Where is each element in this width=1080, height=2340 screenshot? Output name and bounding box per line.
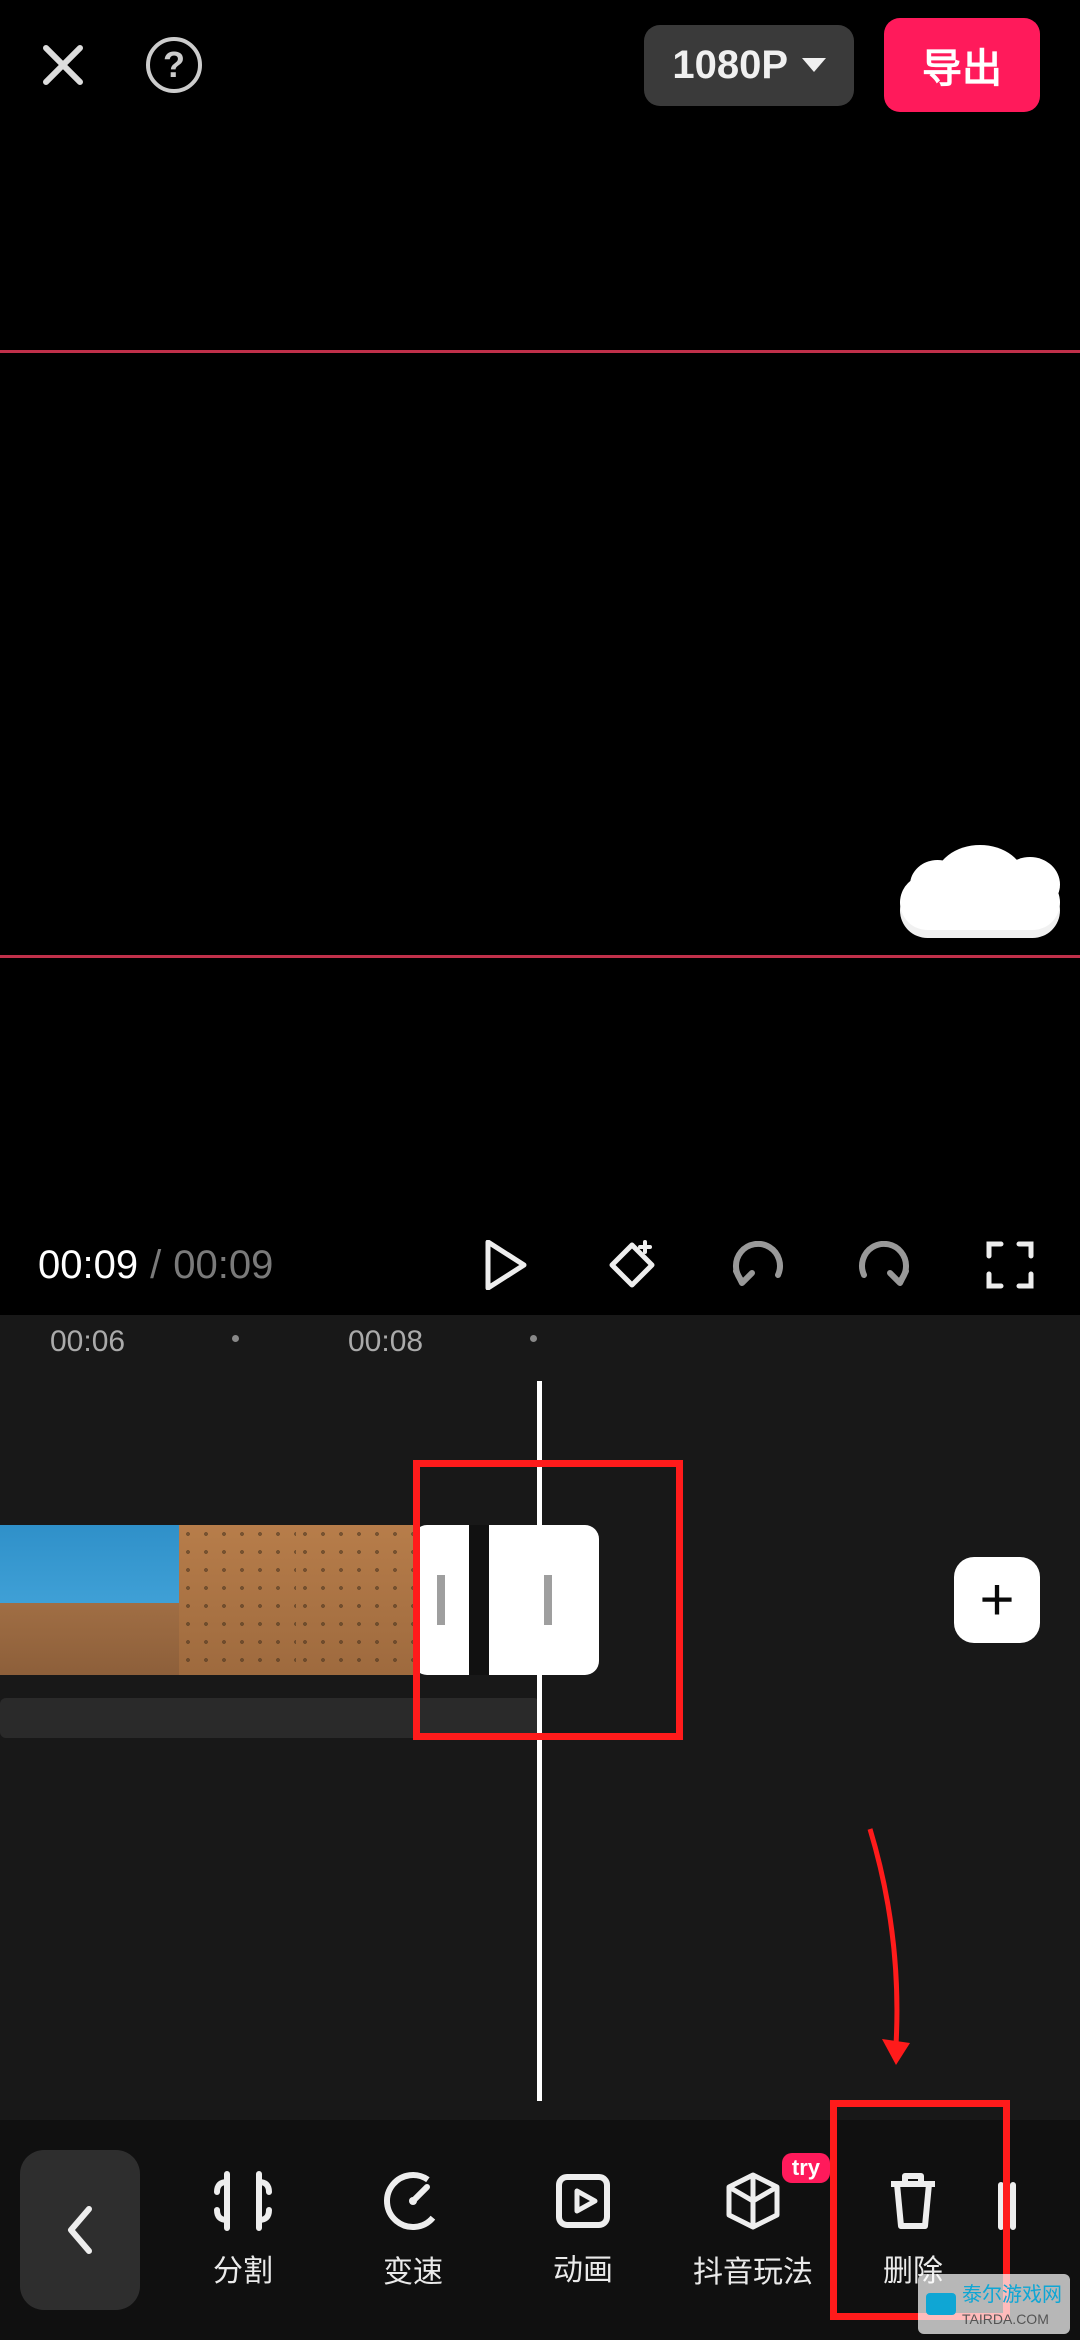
- cloud-sticker: [880, 835, 1080, 945]
- tool-label: 分割: [213, 2246, 273, 2290]
- speed-icon: [381, 2169, 445, 2233]
- clip-handle-right[interactable]: [489, 1525, 599, 1675]
- play-button[interactable]: [478, 1237, 534, 1293]
- clip-thumbnail: [0, 1525, 61, 1675]
- tool-animation[interactable]: 动画: [498, 2135, 668, 2325]
- clip-handle-left[interactable]: [413, 1525, 469, 1675]
- annotation-arrow: [860, 1825, 920, 2075]
- tool-label: 变速: [383, 2247, 443, 2291]
- watermark-text: 泰尔游戏网: [962, 2284, 1062, 2306]
- clip-gap: [469, 1525, 489, 1675]
- secondary-track[interactable]: [0, 1698, 540, 1738]
- tool-label: 动画: [553, 2245, 613, 2289]
- export-label: 导出: [922, 47, 1002, 91]
- split-icon: [213, 2170, 273, 2232]
- video-preview[interactable]: [0, 350, 1080, 958]
- clip-thumbnail: [296, 1525, 413, 1675]
- chevron-down-icon: [802, 58, 826, 72]
- animation-icon: [553, 2171, 613, 2231]
- playhead[interactable]: [537, 1381, 542, 2101]
- clip-thumbnail: [61, 1525, 178, 1675]
- watermark-logo-icon: [926, 2293, 956, 2315]
- redo-button[interactable]: [856, 1237, 912, 1293]
- timeline[interactable]: 00:06 00:08 +: [0, 1315, 1080, 2135]
- time-ruler: 00:06 00:08: [0, 1315, 1080, 1375]
- keyframe-button[interactable]: [604, 1237, 660, 1293]
- clip-selection-handles[interactable]: [413, 1525, 599, 1675]
- ruler-dot: [530, 1335, 537, 1342]
- watermark-url: TAIRDA.COM: [962, 2311, 1049, 2327]
- time-display: 00:09 / 00:09: [38, 1243, 273, 1288]
- time-separator: /: [150, 1243, 161, 1288]
- watermark: 泰尔游戏网 TAIRDA.COM: [918, 2274, 1070, 2334]
- ruler-dot: [232, 1335, 239, 1342]
- add-clip-button[interactable]: +: [954, 1557, 1040, 1643]
- tool-speed[interactable]: 变速: [328, 2135, 498, 2325]
- undo-button[interactable]: [730, 1237, 786, 1293]
- ruler-mark: 00:08: [348, 1325, 423, 1359]
- next-tool-icon: [993, 2175, 1033, 2237]
- back-button[interactable]: [20, 2150, 140, 2310]
- resolution-label: 1080P: [672, 43, 788, 88]
- cube-icon: [721, 2169, 785, 2233]
- current-time: 00:09: [38, 1243, 138, 1288]
- ruler-mark: 00:06: [50, 1325, 125, 1359]
- fullscreen-button[interactable]: [982, 1237, 1038, 1293]
- try-badge: try: [782, 2153, 830, 2183]
- tool-douyin-play[interactable]: try 抖音玩法: [668, 2135, 838, 2325]
- export-button[interactable]: 导出: [884, 18, 1040, 112]
- resolution-dropdown[interactable]: 1080P: [644, 25, 854, 106]
- clip-thumbnail: [179, 1525, 296, 1675]
- close-button[interactable]: [40, 42, 86, 88]
- trash-icon: [885, 2170, 941, 2232]
- tool-label: 抖音玩法: [693, 2247, 813, 2291]
- total-time: 00:09: [173, 1243, 273, 1288]
- tool-split[interactable]: 分割: [158, 2135, 328, 2325]
- help-button[interactable]: ?: [146, 37, 202, 93]
